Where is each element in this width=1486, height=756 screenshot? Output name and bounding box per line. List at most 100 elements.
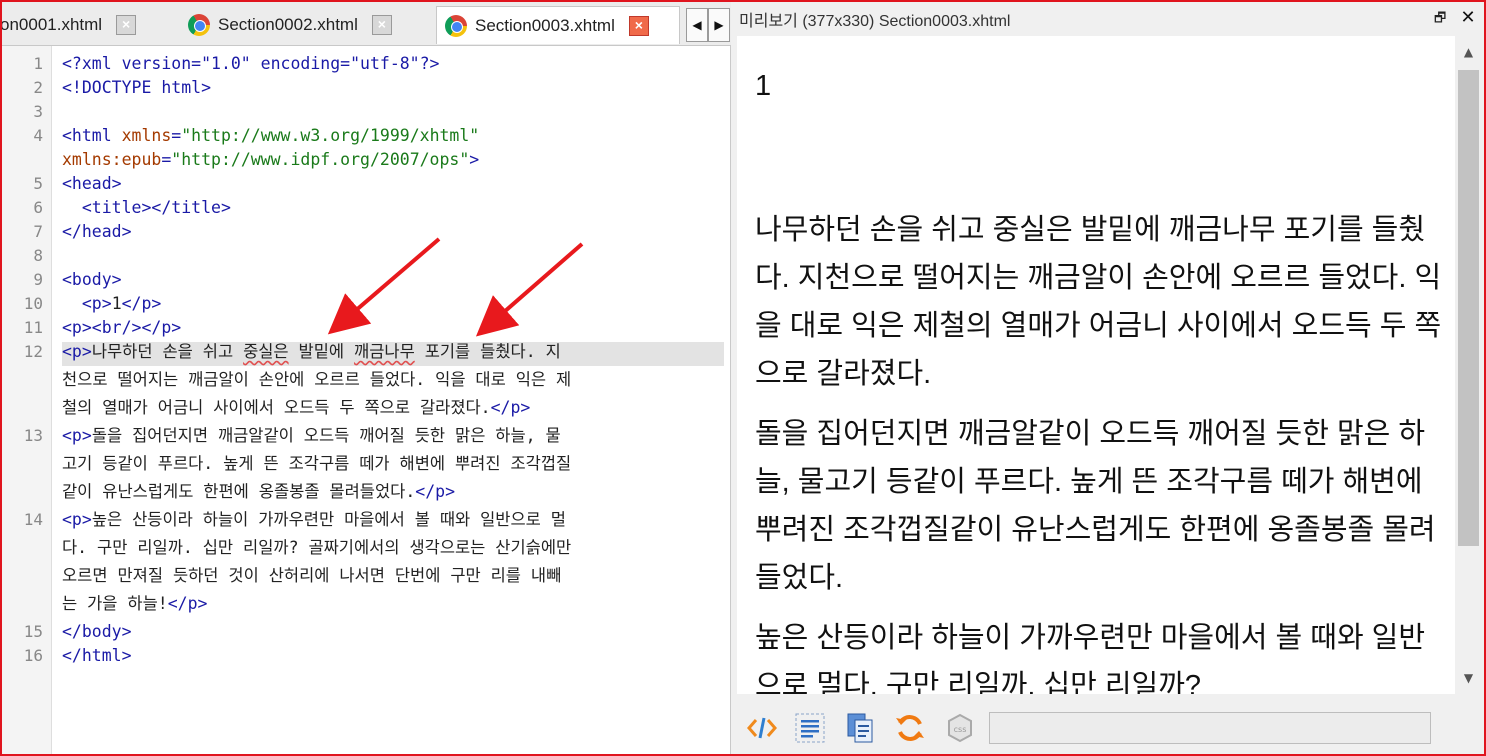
code-line: <body> — [62, 270, 122, 289]
line-number: 2 — [33, 78, 43, 97]
code-line-wrap: 다. 구만 리일까. 십만 리일까? 골짜기에서의 생각으로는 산기슭에만 — [62, 538, 572, 557]
code-line: </head> — [62, 222, 132, 241]
tab-label: on0001.xhtml — [2, 15, 103, 34]
code-line: <p>1</p> — [62, 292, 162, 316]
code-editor-pane: on0001.xhtml × Section0002.xhtml × Secti… — [2, 2, 731, 754]
code-view-icon[interactable] — [745, 712, 779, 744]
code-token: </p> — [490, 398, 531, 417]
code-token: = — [161, 150, 172, 169]
code-line: <head> — [62, 174, 122, 193]
line-number: 6 — [33, 198, 43, 217]
code-token: > — [469, 150, 480, 169]
line-number: 12 — [23, 342, 43, 361]
document-copy-icon[interactable] — [843, 712, 877, 744]
line-number: 11 — [23, 318, 43, 337]
preview-paragraph: 나무하던 손을 쉬고 중실은 발밑에 깨금나무 포기를 들췄다. 지천으로 떨어… — [755, 214, 1442, 390]
code-line: </body> — [62, 622, 132, 641]
code-token: "http://www.w3.org/1999/xhtml" — [181, 126, 480, 145]
code-token: <p> — [81, 294, 112, 313]
code-token: </p> — [167, 594, 208, 613]
preview-pane: 미리보기 (377x330) Section0003.xhtml 🗗 ✕ 1 나… — [735, 2, 1484, 754]
code-token: <p> — [62, 510, 92, 529]
code-token: 돌을 집어던지면 깨금알같이 오드득 깨어질 듯한 맑은 하늘, 물 — [91, 426, 561, 445]
line-number: 5 — [33, 174, 43, 193]
preview-content: 1 나무하던 손을 쉬고 중실은 발밑에 깨금나무 포기를 들췄다. 지천으로 … — [737, 36, 1455, 694]
preview-toolbar: css — [735, 698, 1484, 754]
code-line-wrap: 는 가을 하늘!</p> — [62, 592, 207, 616]
code-token: <p> — [62, 426, 92, 445]
line-number: 14 — [23, 510, 43, 529]
code-token: 나무하던 손을 쉬고 — [91, 342, 244, 361]
code-line: <p>나무하던 손을 쉬고 중실은 발밑에 깨금나무 포기를 들췄다. 지 — [62, 340, 561, 364]
line-number: 13 — [23, 426, 43, 445]
code-line: xmlns:epub="http://www.idpf.org/2007/ops… — [62, 148, 479, 172]
spellcheck-word: 깨금나무 — [354, 342, 415, 361]
code-line: <html xmlns="http://www.w3.org/1999/xhtm… — [62, 124, 479, 148]
code-line-wrap: 철의 열매가 어금니 사이에서 오드득 두 쪽으로 갈라졌다.</p> — [62, 396, 530, 420]
code-line: <?xml version="1.0" encoding="utf-8"?> — [62, 52, 440, 76]
line-number: 3 — [33, 102, 43, 121]
code-token: </p> — [415, 482, 456, 501]
preview-paragraph: 돌을 집어던지면 깨금알같이 오드득 깨어질 듯한 맑은 하늘, 물고기 등같이… — [755, 418, 1436, 594]
line-number: 9 — [33, 270, 43, 289]
code-token: 는 가을 하늘! — [62, 594, 168, 613]
code-line: <p>돌을 집어던지면 깨금알같이 오드득 깨어질 듯한 맑은 하늘, 물 — [62, 424, 561, 448]
code-line-wrap: 같이 유난스럽게도 한편에 옹졸봉졸 몰려들었다.</p> — [62, 480, 455, 504]
code-token: </p> — [121, 294, 162, 313]
close-icon[interactable]: ✕ — [1458, 8, 1478, 28]
code-token: 발밑에 — [288, 342, 355, 361]
code-line-wrap: 오르면 만져질 듯하던 것이 산허리에 나서면 단번에 구만 리를 내빼 — [62, 566, 562, 585]
tab-section0003[interactable]: Section0003.xhtml × — [436, 6, 680, 44]
code-token: <html — [62, 126, 122, 145]
code-token: 철의 열매가 어금니 사이에서 오드득 두 쪽으로 갈라졌다. — [62, 398, 491, 417]
code-token: 높은 산등이라 하늘이 가까우련만 마을에서 볼 때와 일반으로 멀 — [91, 510, 566, 529]
css-icon[interactable]: css — [943, 712, 977, 744]
code-line: <p>높은 산등이라 하늘이 가까우련만 마을에서 볼 때와 일반으로 멀 — [62, 508, 566, 532]
xml-declaration: <?xml version="1.0" encoding="utf-8"?> — [62, 54, 440, 73]
svg-text:css: css — [954, 725, 967, 734]
text-lines-icon[interactable] — [793, 712, 827, 744]
editor-tab-bar: on0001.xhtml × Section0002.xhtml × Secti… — [2, 2, 731, 46]
line-number: 7 — [33, 222, 43, 241]
code-token: 포기를 들췄다. 지 — [414, 342, 561, 361]
code-token: 같이 유난스럽게도 한편에 옹졸봉졸 몰려들었다. — [62, 482, 416, 501]
line-number: 4 — [33, 126, 43, 145]
code-line: <title></title> — [62, 198, 231, 217]
code-token: = — [171, 126, 182, 145]
line-number: 10 — [23, 294, 43, 313]
line-number: 8 — [33, 246, 43, 265]
preview-toolbar-input[interactable] — [989, 712, 1431, 744]
restore-icon[interactable]: 🗗 — [1434, 12, 1448, 26]
app-window: on0001.xhtml × Section0002.xhtml × Secti… — [0, 0, 1486, 756]
scrollbar-thumb[interactable] — [1458, 70, 1479, 546]
tab-scroll-right-button[interactable]: ▶ — [708, 8, 730, 42]
tab-section0001[interactable]: on0001.xhtml × — [2, 6, 170, 44]
tab-close-icon[interactable]: × — [116, 15, 137, 35]
code-token: "http://www.idpf.org/2007/ops" — [171, 150, 470, 169]
line-number: 1 — [33, 54, 43, 73]
code-token: xmlns:epub — [62, 150, 162, 169]
tab-scroll-left-button[interactable]: ◀ — [686, 8, 708, 42]
line-number: 15 — [23, 622, 43, 641]
chrome-icon — [188, 14, 210, 36]
tab-section0002[interactable]: Section0002.xhtml × — [180, 6, 424, 44]
code-line: <!DOCTYPE html> — [62, 76, 211, 100]
scroll-down-icon[interactable]: ▼ — [1455, 666, 1482, 690]
preview-paragraph: 높은 산등이라 하늘이 가까우련만 마을에서 볼 때와 일반으로 멀다. 구만 … — [755, 622, 1426, 694]
preview-scrollbar[interactable]: ▲ ▼ — [1455, 36, 1482, 694]
code-line: <p><br/></p> — [62, 318, 182, 337]
code-line-wrap: 고기 등같이 푸르다. 높게 뜬 조각구름 떼가 해변에 뿌려진 조각껍질 — [62, 454, 572, 473]
code-token: 1 — [111, 294, 122, 313]
code-line: </html> — [62, 646, 132, 665]
tab-close-icon[interactable]: × — [371, 15, 392, 35]
tab-label: Section0003.xhtml — [475, 15, 615, 35]
refresh-icon[interactable] — [893, 712, 927, 744]
code-token: xmlns — [121, 126, 172, 145]
scroll-up-icon[interactable]: ▲ — [1455, 40, 1482, 64]
code-line-wrap: 천으로 떨어지는 깨금알이 손안에 오르르 들었다. 익을 대로 익은 제 — [62, 370, 572, 389]
code-text-area[interactable]: <?xml version="1.0" encoding="utf-8"?> <… — [62, 46, 724, 754]
tab-close-icon[interactable]: × — [628, 15, 649, 36]
code-token: <p> — [62, 342, 92, 361]
tab-label: Section0002.xhtml — [218, 15, 358, 34]
